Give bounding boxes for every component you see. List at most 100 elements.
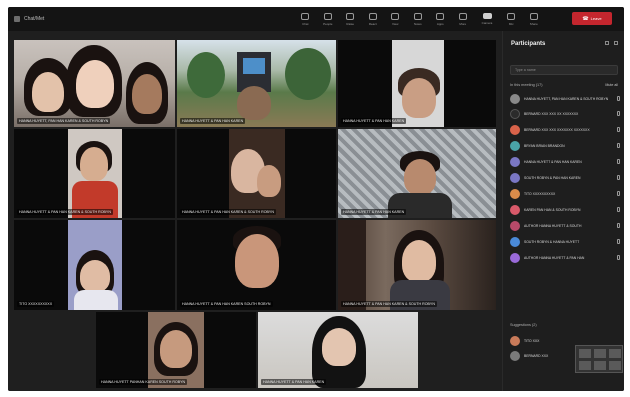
preview-tile: [579, 349, 591, 358]
panel-header-actions: [605, 41, 618, 45]
participant-row[interactable]: TITO XXXXXXXXXX: [510, 187, 620, 200]
react-button[interactable]: React: [362, 7, 385, 31]
video-tile[interactable]: HANNA HUYETT, PAN HAN KAREN & SOUTH ROBY…: [14, 40, 175, 127]
video-tile[interactable]: TITO XXXXXXXXXX: [14, 220, 175, 310]
suggestion-row[interactable]: BERNARD XXX: [510, 349, 570, 362]
participant-row[interactable]: AUTHOR HANNA HUYETT & SOUTH: [510, 219, 620, 232]
share-button[interactable]: Share: [523, 7, 546, 31]
mic-icon: [617, 239, 620, 244]
mute-all-button[interactable]: Mute all: [605, 83, 618, 87]
more-button[interactable]: More: [452, 7, 475, 31]
apps-button[interactable]: Apps: [429, 7, 452, 31]
suggestions-label[interactable]: Suggestions (2): [510, 323, 537, 327]
mic-icon: [617, 127, 620, 132]
participant-row[interactable]: HANNA HUYETT, PAN HAN KAREN & SOUTH ROBY…: [510, 92, 620, 105]
curtain-shape: [338, 220, 366, 310]
participant-row[interactable]: AUTHOR HANNA HUYETT & PAN HAN: [510, 251, 620, 264]
participant-name: HANNA HUYETT & PAN HAN KAREN SOUTH ROBYN: [180, 301, 273, 307]
meeting-icon: [14, 16, 20, 22]
participant-name: TITO XXXXXXXXXX: [524, 191, 556, 196]
participant-name: HANNA HUYETT & PAN HAN KAREN & SOUTH ROB…: [341, 301, 437, 307]
video-tile[interactable]: HANNA HUYETT & PAN HAN KAREN SOUTH ROBYN: [177, 220, 336, 310]
phone-icon: ☎: [582, 15, 589, 22]
video-tile[interactable]: HANNA HUYETT & PAN HAN KAREN: [338, 40, 496, 127]
person-face: [402, 240, 436, 282]
person-face: [402, 78, 436, 118]
preview-tile: [609, 361, 621, 370]
people-button[interactable]: People: [317, 7, 340, 31]
video-tile[interactable]: HANNA HUYETT & PAN HAN KAREN & SOUTH ROB…: [338, 220, 496, 310]
participant-row[interactable]: BERNARD XXX XXX XX XXXXXXX: [510, 107, 620, 120]
in-meeting-label[interactable]: In this meeting (17): [510, 83, 543, 87]
apps-label: Apps: [436, 21, 444, 26]
video-tile[interactable]: HANNA HUYETT & PAN HAN KAREN & SOUTH ROB…: [177, 129, 336, 218]
raise-hand-icon: [346, 12, 355, 20]
screen-shape: [243, 58, 265, 74]
avatar: [510, 236, 520, 247]
participant-row[interactable]: KAREN PAN HAN & SOUTH ROBYN: [510, 203, 620, 216]
close-icon[interactable]: [614, 41, 618, 45]
react-label: React: [368, 21, 377, 26]
notes-label: Notes: [413, 21, 422, 26]
video-tile[interactable]: HANNA HUYETT & PAN HAN KAREN & SOUTH ROB…: [14, 129, 175, 218]
participant-name: HANNA HUYETT & PAN HAN KAREN & SOUTH ROB…: [180, 209, 276, 215]
raise-label: Raise: [346, 21, 355, 26]
view-button[interactable]: View: [384, 7, 407, 31]
self-view-preview[interactable]: [575, 345, 623, 373]
more-icon: [458, 12, 467, 20]
people-icon: [323, 12, 332, 20]
mic-icon: [617, 96, 620, 101]
participant-name: TITO XXXXXXXXXX: [17, 301, 55, 307]
participant-name: HANNA HUYETT & PAN HAN KAREN: [261, 379, 327, 385]
video-tile[interactable]: HANNA HUYETT & PAN HAN KAREN: [177, 40, 336, 127]
shirt-shape: [74, 290, 118, 310]
notes-button[interactable]: Notes: [407, 7, 430, 31]
avatar: [510, 172, 520, 183]
mic-icon: [617, 191, 620, 196]
avatar: [510, 140, 520, 151]
avatar: [510, 93, 520, 104]
participant-row[interactable]: SOUTH ROBYN & HANNA HUYETT: [510, 235, 620, 248]
participant-name: BRYAN BRIAN BRANDON: [524, 143, 565, 148]
leave-label: Leave: [590, 16, 602, 21]
participant-row[interactable]: HANNA HUYETT & PAN HAN KAREN: [510, 155, 620, 168]
participant-row[interactable]: BERNARD XXX XXX XXXXXXX XXXXXXX: [510, 123, 620, 136]
participant-name: SOUTH ROBYN & PAN HAN KAREN: [524, 175, 581, 180]
popout-icon[interactable]: [605, 41, 609, 45]
video-tile[interactable]: HANNA HUYETT & PAN HAN KAREN: [258, 312, 418, 388]
participant-name: BERNARD XXX XXX XX XXXXXXX: [524, 111, 579, 116]
camera-icon: [482, 13, 492, 19]
avatar: [510, 204, 520, 215]
camera-button[interactable]: Camera: [474, 7, 500, 31]
avatar: [510, 252, 520, 263]
video-tile[interactable]: HANNA HUYETT & PAN HAN KAREN: [338, 129, 496, 218]
participants-panel: Participants Type a name In this meeting…: [502, 31, 624, 391]
search-input[interactable]: Type a name: [510, 65, 618, 75]
participant-row[interactable]: SOUTH ROBYN & PAN HAN KAREN: [510, 171, 620, 184]
video-tile[interactable]: HANNA HUYETT PANHAN KAREN SOUTH ROBYN: [96, 312, 256, 388]
participant-name: SOUTH ROBYN & HANNA HUYETT: [524, 239, 580, 244]
teams-window: Chat/Met Chat People Raise React View No…: [8, 7, 624, 391]
person-face: [160, 330, 192, 368]
person-face: [132, 74, 162, 114]
preview-tile: [609, 349, 621, 358]
participant-name: HANNA HUYETT & PAN HAN KAREN: [524, 159, 582, 164]
person-face: [404, 159, 436, 195]
suggestion-row[interactable]: TITO XXX: [510, 334, 570, 347]
mic-icon: [617, 207, 620, 212]
participant-row[interactable]: BRYAN BRIAN BRANDON: [510, 139, 620, 152]
panel-title: Participants: [511, 41, 546, 47]
mic-button[interactable]: Mic: [500, 7, 523, 31]
view-icon: [391, 12, 400, 20]
meeting-toolbar: Chat People Raise React View Notes Apps …: [294, 7, 545, 31]
preview-tile: [579, 361, 591, 370]
participant-name: KAREN PAN HAN & SOUTH ROBYN: [524, 207, 581, 212]
leave-button[interactable]: ☎ Leave: [572, 12, 612, 25]
avatar: [510, 156, 520, 167]
participant-name: BERNARD XXX XXX XXXXXXX XXXXXXX: [524, 127, 590, 132]
raise-hand-button[interactable]: Raise: [339, 7, 362, 31]
meeting-title: Chat/Met: [24, 16, 45, 22]
chat-button[interactable]: Chat: [294, 7, 317, 31]
preview-tile: [594, 349, 606, 358]
person-face: [322, 328, 356, 366]
